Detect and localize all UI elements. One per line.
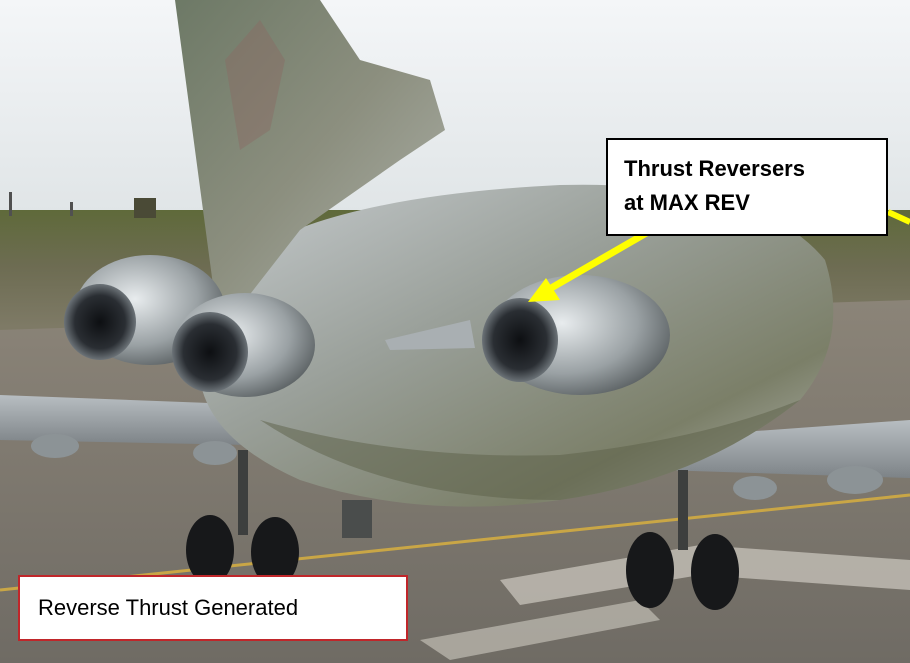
distant-pole: [9, 192, 12, 216]
right-engine-exhaust: [482, 298, 558, 382]
thrust-reversers-callout: Thrust Reversers at MAX REV: [606, 138, 888, 236]
screenshot-stage: Thrust Reversers at MAX REV Reverse Thru…: [0, 0, 910, 663]
right-wing-fairing: [733, 476, 777, 500]
center-engine-exhaust: [172, 312, 248, 392]
right-wing-fairing: [827, 466, 883, 494]
right-gear-strut: [678, 470, 688, 550]
right-gear-wheel: [626, 532, 674, 608]
reverse-thrust-caption: Reverse Thrust Generated: [18, 575, 408, 641]
gear-door: [342, 500, 372, 538]
distant-pole: [70, 202, 73, 216]
callout-line-1: Thrust Reversers: [624, 156, 805, 181]
left-engine-exhaust: [64, 284, 136, 360]
left-gear-strut: [238, 450, 248, 535]
aircraft-scene: [0, 0, 910, 663]
right-gear-wheel: [691, 534, 739, 610]
left-wing-fairing: [31, 434, 79, 458]
callout-line-2: at MAX REV: [624, 190, 750, 215]
distant-building: [134, 198, 156, 218]
left-wing-fairing: [193, 441, 237, 465]
